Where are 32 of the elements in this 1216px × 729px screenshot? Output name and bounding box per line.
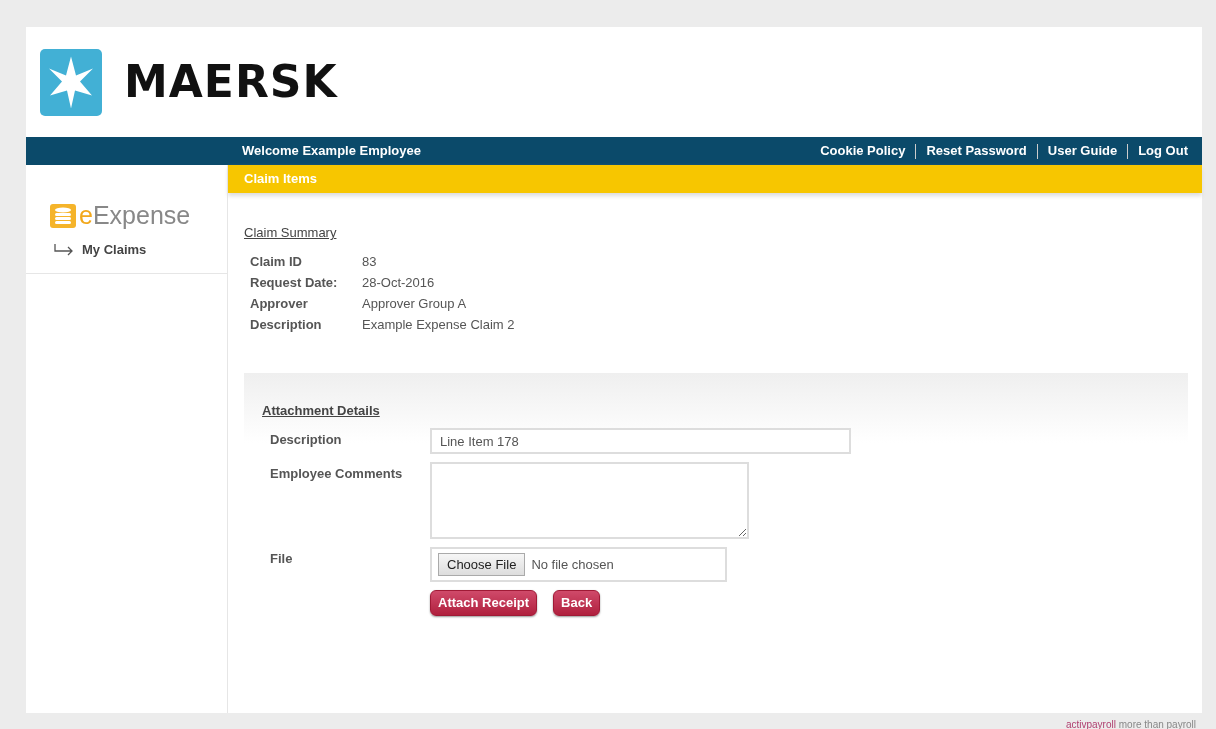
field-value: Approver Group A xyxy=(362,294,468,312)
section-heading: Attachment Details xyxy=(262,401,380,420)
section-title: Claim Items xyxy=(228,165,1202,193)
welcome-text: Welcome Example Employee xyxy=(242,142,421,161)
action-button[interactable]: Attach Receipt xyxy=(430,590,538,616)
file-status-text: No file chosen xyxy=(531,555,614,574)
nav-link-item[interactable]: Reset Password xyxy=(926,141,1027,161)
nav-link-item[interactable]: Cookie Policy xyxy=(820,141,906,161)
field-label: Description xyxy=(270,431,343,449)
coin-stack-icon xyxy=(50,203,76,228)
brand-name: MAERSK xyxy=(124,55,338,109)
field-label: Description xyxy=(250,315,323,333)
field-value: 28-Oct-2016 xyxy=(362,273,436,291)
field-label: Approver xyxy=(250,294,309,312)
field-label: File xyxy=(270,550,294,568)
field-label: Request Date: xyxy=(250,273,339,291)
nav-link-item[interactable]: Log Out xyxy=(1138,141,1188,161)
section-heading: Claim Summary xyxy=(244,224,337,242)
file-field[interactable]: Choose File No file chosen xyxy=(430,547,727,582)
description-field[interactable]: Line Item 178 xyxy=(430,428,851,454)
field-label: Employee Comments xyxy=(270,465,404,483)
field-value: Example Expense Claim 2 xyxy=(362,315,516,333)
comments-field[interactable] xyxy=(430,462,749,539)
choose-file-button[interactable]: Choose File xyxy=(438,552,526,577)
nav-link-item[interactable]: User Guide xyxy=(1047,141,1118,161)
field-label: Claim ID xyxy=(250,252,303,270)
action-button[interactable]: Back xyxy=(553,590,601,616)
sidebar-item[interactable]: My Claims xyxy=(82,240,147,260)
field-value: 83 xyxy=(362,252,378,270)
app-logo-text: eExpense xyxy=(79,199,191,231)
arrow-icon xyxy=(54,243,74,256)
star-logo-icon xyxy=(40,48,102,116)
